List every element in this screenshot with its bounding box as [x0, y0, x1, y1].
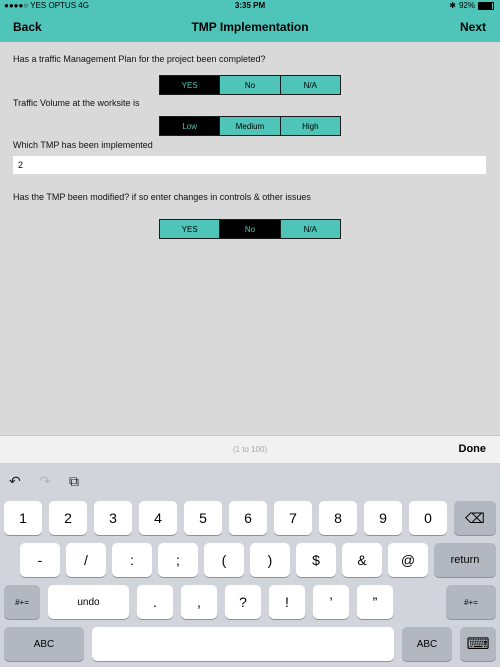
redo-icon[interactable]: ↷	[39, 473, 51, 490]
key-9[interactable]: 9	[364, 501, 402, 535]
key-question[interactable]: ?	[225, 585, 261, 619]
hide-keyboard-key[interactable]: ⌨	[460, 627, 496, 661]
key-1[interactable]: 1	[4, 501, 42, 535]
keyboard-shortcut-bar: ↶ ↷ ⧉	[0, 463, 500, 499]
key-comma[interactable]: ,	[181, 585, 217, 619]
undo-icon[interactable]: ↶	[9, 473, 21, 490]
tmp-completed-option-no[interactable]: No	[220, 76, 281, 94]
key-dash[interactable]: -	[20, 543, 60, 577]
traffic-volume-option-medium[interactable]: Medium	[220, 117, 281, 135]
key-0[interactable]: 0	[409, 501, 447, 535]
key-exclamation[interactable]: !	[269, 585, 305, 619]
done-button[interactable]: Done	[459, 443, 487, 455]
key-8[interactable]: 8	[319, 501, 357, 535]
tmp-modified-segmented-control: YES No N/A	[159, 219, 341, 239]
tmp-modified-option-no[interactable]: No	[220, 220, 281, 238]
question-tmp-modified-label: Has the TMP been modified? if so enter c…	[13, 192, 311, 202]
key-dollar[interactable]: $	[296, 543, 336, 577]
key-4[interactable]: 4	[139, 501, 177, 535]
key-close-paren[interactable]: )	[250, 543, 290, 577]
symbols-toggle-key-right[interactable]: #+=	[446, 585, 496, 619]
nav-bar: Back TMP Implementation Next	[0, 12, 500, 42]
keyboard: ↶ ↷ ⧉ 1 2 3 4 5 6 7 8 9 0 ⌫ - / : ; ( ) …	[0, 463, 500, 667]
paste-icon[interactable]: ⧉	[69, 473, 79, 490]
tmp-modified-option-na[interactable]: N/A	[280, 220, 340, 238]
backspace-icon: ⌫	[465, 509, 485, 526]
abc-key-right[interactable]: ABC	[402, 627, 452, 661]
range-hint: (1 to 100)	[232, 445, 268, 454]
tmp-completed-option-yes[interactable]: YES	[160, 76, 221, 94]
key-open-paren[interactable]: (	[204, 543, 244, 577]
key-slash[interactable]: /	[66, 543, 106, 577]
undo-key[interactable]: undo	[48, 585, 129, 619]
bluetooth-icon: ✱	[449, 1, 456, 10]
key-at[interactable]: @	[388, 543, 428, 577]
key-apostrophe[interactable]: ’	[313, 585, 349, 619]
next-button[interactable]: Next	[460, 20, 486, 34]
hide-keyboard-icon: ⌨	[466, 636, 490, 653]
form-content: Has a traffic Management Plan for the pr…	[0, 42, 500, 435]
battery-icon	[478, 1, 494, 10]
traffic-volume-segmented-control: Low Medium High	[159, 116, 341, 136]
symbols-toggle-key-left[interactable]: #+=	[4, 585, 40, 619]
input-accessory-toolbar: (1 to 100) Done	[0, 435, 500, 464]
traffic-volume-option-low[interactable]: Low	[160, 117, 221, 135]
key-ampersand[interactable]: &	[342, 543, 382, 577]
key-2[interactable]: 2	[49, 501, 87, 535]
question-traffic-volume-label: Traffic Volume at the worksite is	[13, 98, 140, 108]
tmp-implemented-input[interactable]	[13, 156, 486, 174]
tmp-completed-segmented-control: YES No N/A	[159, 75, 341, 95]
key-6[interactable]: 6	[229, 501, 267, 535]
battery-fill	[479, 2, 492, 9]
key-semicolon[interactable]: ;	[158, 543, 198, 577]
key-3[interactable]: 3	[94, 501, 132, 535]
key-5[interactable]: 5	[184, 501, 222, 535]
key-colon[interactable]: :	[112, 543, 152, 577]
backspace-key[interactable]: ⌫	[454, 501, 496, 535]
status-right: ✱ 92%	[449, 1, 494, 10]
battery-percent: 92%	[458, 1, 475, 10]
question-tmp-completed-label: Has a traffic Management Plan for the pr…	[13, 54, 266, 64]
tmp-modified-option-yes[interactable]: YES	[160, 220, 221, 238]
traffic-volume-option-high[interactable]: High	[280, 117, 340, 135]
question-tmp-implemented-label: Which TMP has been implemented	[13, 140, 153, 150]
page-title: TMP Implementation	[191, 20, 309, 34]
tmp-completed-option-na[interactable]: N/A	[280, 76, 340, 94]
key-period[interactable]: .	[137, 585, 173, 619]
status-bar: ●●●●○ YES OPTUS 4G 3:35 PM ✱ 92%	[0, 0, 500, 12]
abc-key-left[interactable]: ABC	[4, 627, 84, 661]
status-time: 3:35 PM	[234, 1, 266, 10]
return-key[interactable]: return	[434, 543, 496, 577]
space-key[interactable]	[92, 627, 394, 661]
key-quote[interactable]: ”	[357, 585, 393, 619]
key-7[interactable]: 7	[274, 501, 312, 535]
